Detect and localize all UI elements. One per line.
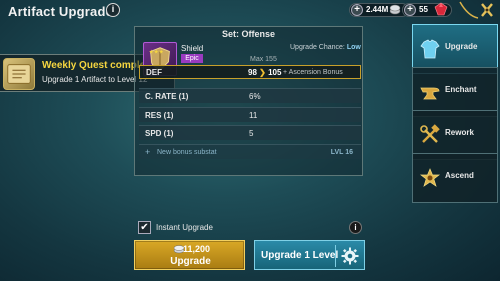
upgrade-button-label: Upgrade bbox=[170, 256, 211, 267]
plus-icon: + bbox=[145, 147, 151, 157]
armor-icon bbox=[420, 39, 440, 59]
silver-coins-icon bbox=[389, 4, 401, 15]
upgrade-chance: Upgrade Chance: Low bbox=[290, 44, 361, 51]
tab-label: Enchant bbox=[445, 85, 477, 94]
tab-label: Rework bbox=[445, 128, 474, 137]
substat-value: 11 bbox=[249, 111, 258, 120]
substat-label: SPD (1) bbox=[145, 129, 174, 138]
add-gems-icon[interactable]: + bbox=[404, 4, 416, 16]
gear-icon[interactable] bbox=[340, 246, 360, 266]
upgrade-one-level-label: Upgrade 1 Level bbox=[261, 250, 339, 261]
crossed-tools-icon bbox=[420, 124, 440, 143]
set-label: Set: Offense bbox=[221, 29, 275, 39]
main-stat-label: DEF bbox=[146, 68, 162, 77]
substat-row: C. RATE (1) 6% bbox=[139, 88, 361, 103]
gems-amount: 55 bbox=[419, 5, 428, 14]
svg-text:★★★: ★★★ bbox=[149, 48, 164, 55]
main-stat-values: 98 ❯ 105 bbox=[248, 68, 281, 77]
upgrade-cost: 11,200 bbox=[182, 244, 211, 254]
artifact-name: Shield bbox=[181, 44, 204, 53]
substat-row: RES (1) 11 bbox=[139, 107, 361, 122]
ascension-bonus: + Ascension Bonus bbox=[283, 69, 343, 76]
ruby-gem-icon bbox=[434, 2, 448, 16]
page-title: Artifact Upgrade bbox=[8, 4, 114, 19]
substat-label: RES (1) bbox=[145, 111, 174, 120]
stat-to: 105 bbox=[268, 68, 282, 77]
silver-amount: 2.44M bbox=[366, 5, 389, 14]
ascend-star-icon bbox=[419, 168, 441, 187]
substat-value: 5 bbox=[249, 129, 254, 138]
instant-upgrade-checkbox[interactable]: ✔ bbox=[138, 221, 151, 234]
upgrade-button[interactable]: 11,200 Upgrade bbox=[134, 240, 245, 270]
substat-value: 6% bbox=[249, 92, 261, 101]
exit-icon[interactable] bbox=[458, 0, 498, 20]
new-substat-label: New bonus substat bbox=[157, 149, 217, 156]
main-stat-row: DEF 98 ❯ 105 + Ascension Bonus bbox=[139, 65, 361, 79]
chance-label: Upgrade Chance: bbox=[290, 44, 345, 51]
substat-level: LVL 16 bbox=[330, 149, 353, 156]
substat-row: SPD (1) 5 bbox=[139, 125, 361, 140]
divider bbox=[335, 245, 336, 267]
instant-upgrade-label: Instant Upgrade bbox=[156, 223, 213, 232]
tab-label: Ascend bbox=[445, 171, 474, 180]
arrow-icon: ❯ bbox=[259, 68, 266, 77]
new-substat-row: + New bonus substat LVL 16 bbox=[139, 144, 361, 159]
info-icon[interactable]: i bbox=[349, 221, 362, 234]
max-stat-value: Max 155 bbox=[250, 56, 277, 63]
substat-label: C. RATE (1) bbox=[145, 92, 189, 101]
tab-ascend[interactable]: Ascend bbox=[412, 153, 498, 203]
anvil-icon bbox=[420, 87, 440, 100]
toast-description: Upgrade 1 Artifact to Level 12 bbox=[42, 75, 148, 84]
stat-from: 98 bbox=[248, 68, 257, 77]
scroll-icon bbox=[3, 58, 35, 90]
chance-value: Low bbox=[346, 44, 361, 51]
info-icon[interactable]: i bbox=[106, 3, 120, 17]
tab-label: Upgrade bbox=[445, 42, 478, 51]
upgrade-one-level-button[interactable]: Upgrade 1 Level bbox=[254, 240, 365, 270]
rarity-badge: Epic bbox=[181, 54, 203, 63]
add-silver-icon[interactable]: + bbox=[351, 4, 363, 16]
